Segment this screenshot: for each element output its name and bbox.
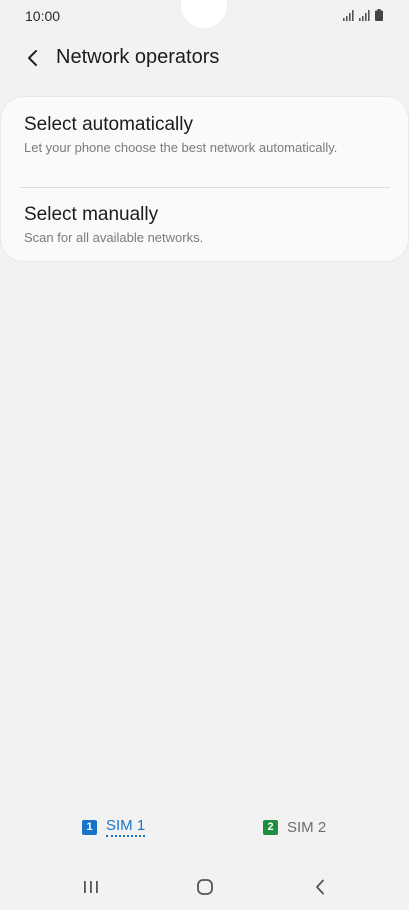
select-manually-option[interactable]: Select manually Scan for all available n… xyxy=(1,189,408,261)
page-title: Network operators xyxy=(56,46,220,68)
back-button[interactable] xyxy=(20,44,46,72)
app-header: Network operators xyxy=(0,40,409,76)
option-subtitle: Scan for all available networks. xyxy=(24,230,204,245)
divider xyxy=(20,187,390,188)
tab-sim-2-label: SIM 2 xyxy=(287,818,327,836)
recent-apps-button[interactable] xyxy=(76,876,106,898)
network-options-card: Select automatically Let your phone choo… xyxy=(1,97,408,261)
tab-sim-1-label: SIM 1 xyxy=(106,817,146,837)
sim-1-badge-icon: 1 xyxy=(82,819,97,835)
option-title: Select manually xyxy=(24,204,159,225)
home-button[interactable] xyxy=(190,876,220,898)
status-icons xyxy=(343,9,383,21)
status-time: 10:00 xyxy=(25,8,61,24)
select-automatically-option[interactable]: Select automatically Let your phone choo… xyxy=(1,97,408,187)
signal-sim1-icon xyxy=(343,10,354,21)
tab-sim-1[interactable]: 1 SIM 1 xyxy=(82,812,146,842)
tab-sim-2[interactable]: 2 SIM 2 xyxy=(263,812,326,842)
chevron-left-icon xyxy=(28,50,37,66)
home-icon xyxy=(197,879,213,895)
status-bar: 10:00 xyxy=(0,0,409,30)
sim-2-badge-icon: 2 xyxy=(263,819,278,835)
signal-sim2-icon xyxy=(359,10,370,21)
navigation-bar xyxy=(0,866,409,910)
sim-tabs: 1 SIM 1 2 SIM 2 xyxy=(0,812,409,846)
system-back-button[interactable] xyxy=(305,876,335,898)
recent-apps-icon xyxy=(84,881,98,893)
option-subtitle: Let your phone choose the best network a… xyxy=(24,140,338,155)
battery-icon xyxy=(375,9,383,21)
back-icon xyxy=(316,879,324,895)
option-title: Select automatically xyxy=(24,114,193,135)
